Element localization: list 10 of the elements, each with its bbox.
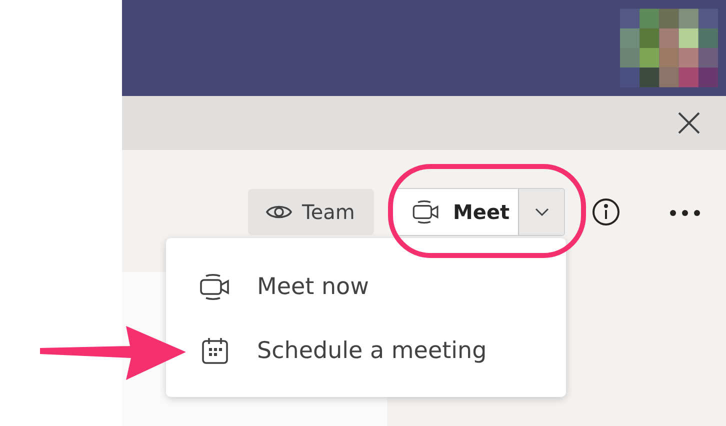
menu-item[interactable]: Meet now: [166, 255, 566, 319]
close-icon[interactable]: [678, 112, 700, 134]
team-button[interactable]: Team: [248, 189, 374, 235]
eye-icon: [266, 203, 292, 221]
menu-item[interactable]: Schedule a meeting: [166, 319, 566, 383]
chevron-down-icon: [534, 207, 550, 217]
more-options-icon[interactable]: [670, 210, 700, 216]
calendar-icon: [199, 335, 231, 367]
meet-button[interactable]: Meet: [393, 189, 518, 235]
info-icon[interactable]: [592, 198, 620, 226]
